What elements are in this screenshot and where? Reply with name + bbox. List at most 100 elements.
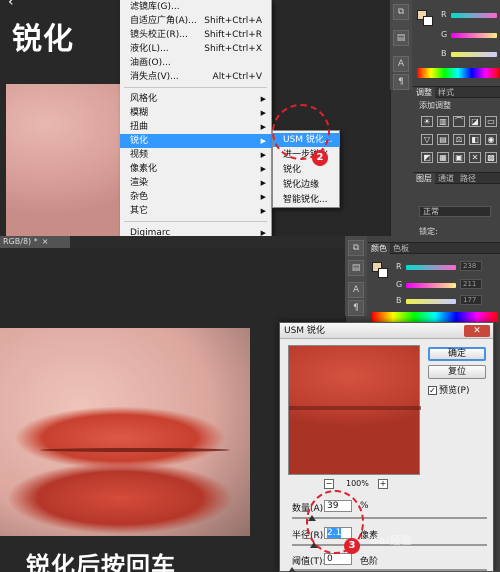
menu-item-pixelate[interactable]: 像素化 ▶	[120, 162, 272, 176]
zoom-in-button[interactable]: +	[378, 479, 388, 489]
background-swatch[interactable]	[378, 268, 388, 278]
zoom-out-button[interactable]: −	[324, 479, 334, 489]
color-tab-bar: 颜色 色板	[368, 242, 500, 254]
channel-label-r: R	[396, 262, 402, 271]
r-slider[interactable]	[406, 265, 456, 270]
watermark: Bai经验	[370, 534, 412, 547]
menu-item-sharpen[interactable]: 锐化 ▶	[120, 134, 272, 148]
channel-label-g: G	[441, 30, 448, 39]
paragraph-icon[interactable]: ¶	[348, 300, 364, 316]
panel-toolstrip: ⧉ ▤ A ¶	[345, 236, 367, 316]
gradient-map-icon[interactable]: ▭	[485, 116, 497, 127]
b-slider[interactable]	[406, 299, 456, 304]
menu-item-video[interactable]: 视频 ▶	[120, 148, 272, 162]
character-icon[interactable]: A	[393, 56, 409, 72]
lip-photo	[6, 84, 126, 236]
dialog-title: USM 锐化 ✕	[280, 323, 493, 339]
tab-layers[interactable]: 图层	[413, 173, 435, 184]
tab-adjustments[interactable]: 调整	[413, 87, 435, 98]
lip-line	[40, 448, 230, 452]
levels-icon[interactable]: ▥	[437, 116, 449, 127]
menu-item-render[interactable]: 渲染 ▶	[120, 176, 272, 190]
tab-swatches[interactable]: 色板	[390, 243, 412, 254]
b-value-field[interactable]: 177	[460, 295, 482, 305]
menu-item-lens-correction[interactable]: 镜头校正(R)... Shift+Ctrl+R	[120, 28, 272, 42]
layers-tab-bar: 图层 通道 路径	[413, 172, 500, 184]
threshold-slider-track[interactable]	[292, 569, 487, 571]
submenu-arrow-icon: ▶	[260, 207, 266, 215]
close-button[interactable]: ✕	[464, 325, 490, 337]
color-balance-icon[interactable]: ⚖	[453, 134, 465, 145]
add-adjustment-label: 添加调整	[419, 101, 451, 110]
menu-item-noise[interactable]: 杂色 ▶	[120, 190, 272, 204]
invert-icon[interactable]: ◩	[421, 152, 433, 163]
blend-mode-select[interactable]: 正常	[419, 206, 491, 217]
menu-item-adaptive-wide-angle[interactable]: 自适应广角(A)... Shift+Ctrl+A	[120, 14, 272, 28]
brightness-icon[interactable]: ☀	[421, 116, 433, 127]
tab-color[interactable]: 颜色	[368, 243, 390, 254]
g-slider[interactable]	[406, 283, 456, 288]
menu-item-digimarc[interactable]: Digimarc ▶	[120, 226, 272, 236]
photo-filter-icon[interactable]: ◉	[485, 134, 497, 145]
color-spectrum[interactable]	[372, 312, 498, 322]
submenu-arrow-icon: ▶	[260, 229, 266, 236]
r-value-field[interactable]: 238	[460, 261, 482, 271]
submenu-item-sharpen[interactable]: 锐化	[273, 163, 339, 177]
channel-label-r: R	[441, 10, 447, 19]
threshold-input[interactable]: 0	[324, 553, 352, 565]
submenu-item-smart-sharpen[interactable]: 智能锐化...	[273, 193, 339, 207]
preview-pane[interactable]	[288, 345, 421, 475]
document-tab[interactable]: RGB/8) * ×	[0, 236, 70, 248]
reset-button[interactable]: 复位	[428, 365, 486, 379]
back-arrow-icon[interactable]: ‹	[8, 0, 14, 10]
menu-item-blur[interactable]: 模糊 ▶	[120, 106, 272, 120]
g-slider[interactable]	[451, 33, 497, 38]
r-slider[interactable]	[451, 13, 497, 18]
color-spectrum[interactable]	[417, 68, 499, 78]
preview-checkbox[interactable]: ✓ 预览(P)	[428, 383, 469, 396]
preview-detail	[289, 406, 421, 410]
adjustments-tab-bar: 调整 样式	[413, 86, 500, 98]
menu-item-other[interactable]: 其它 ▶	[120, 204, 272, 218]
threshold-unit: 色阶	[360, 557, 379, 567]
properties-icon[interactable]: ▤	[348, 260, 364, 276]
tab-styles[interactable]: 样式	[435, 87, 457, 98]
exposure-icon[interactable]: ◪	[469, 116, 481, 127]
selective-color-icon[interactable]: ✕	[469, 152, 481, 163]
channel-label-b: B	[441, 49, 447, 58]
submenu-arrow-icon: ▶	[260, 95, 266, 103]
background-swatch[interactable]	[423, 16, 433, 26]
lock-label: 锁定:	[419, 227, 438, 236]
menu-item-liquify[interactable]: 液化(L)... Shift+Ctrl+X	[120, 42, 272, 56]
character-icon[interactable]: A	[348, 282, 364, 298]
properties-icon[interactable]: ▤	[393, 30, 409, 46]
curves-icon[interactable]: ⌒	[453, 116, 465, 127]
threshold-icon[interactable]: ▣	[453, 152, 465, 163]
history-icon[interactable]: ⧉	[393, 4, 409, 20]
g-value-field[interactable]: 211	[460, 279, 482, 289]
close-tab-icon[interactable]: ×	[42, 237, 49, 246]
posterize-icon[interactable]: ▦	[437, 152, 449, 163]
tab-paths[interactable]: 路径	[457, 173, 479, 184]
menu-item-distort[interactable]: 扭曲 ▶	[120, 120, 272, 134]
channel-mixer-icon[interactable]: ▩	[485, 152, 497, 163]
paragraph-icon[interactable]: ¶	[393, 74, 409, 90]
threshold-slider-thumb[interactable]	[288, 567, 296, 572]
menu-item-stylize[interactable]: 风格化 ▶	[120, 92, 272, 106]
channel-label-g: G	[396, 280, 403, 289]
bottom-screenshot: RGB/8) * × 锐化后按回车 颜色 色板 R 238 G 211 B 177…	[0, 236, 500, 572]
tab-channels[interactable]: 通道	[435, 173, 457, 184]
history-icon[interactable]: ⧉	[348, 240, 364, 256]
submenu-arrow-icon: ▶	[260, 123, 266, 131]
submenu-item-sharpen-edges[interactable]: 锐化边缘	[273, 178, 339, 192]
black-white-icon[interactable]: ◧	[469, 134, 481, 145]
vibrance-icon[interactable]: ▽	[421, 134, 433, 145]
submenu-arrow-icon: ▶	[260, 179, 266, 187]
ok-button[interactable]: 确定	[428, 347, 486, 361]
hue-saturation-icon[interactable]: ▤	[437, 134, 449, 145]
menu-item-oil-paint[interactable]: 油画(O)...	[120, 56, 272, 70]
b-slider[interactable]	[451, 52, 497, 57]
menu-item-vanishing-point[interactable]: 消失点(V)... Alt+Ctrl+V	[120, 70, 272, 84]
menu-item-filter-gallery[interactable]: 滤镜库(G)...	[120, 0, 272, 14]
menu-separator	[124, 87, 267, 88]
